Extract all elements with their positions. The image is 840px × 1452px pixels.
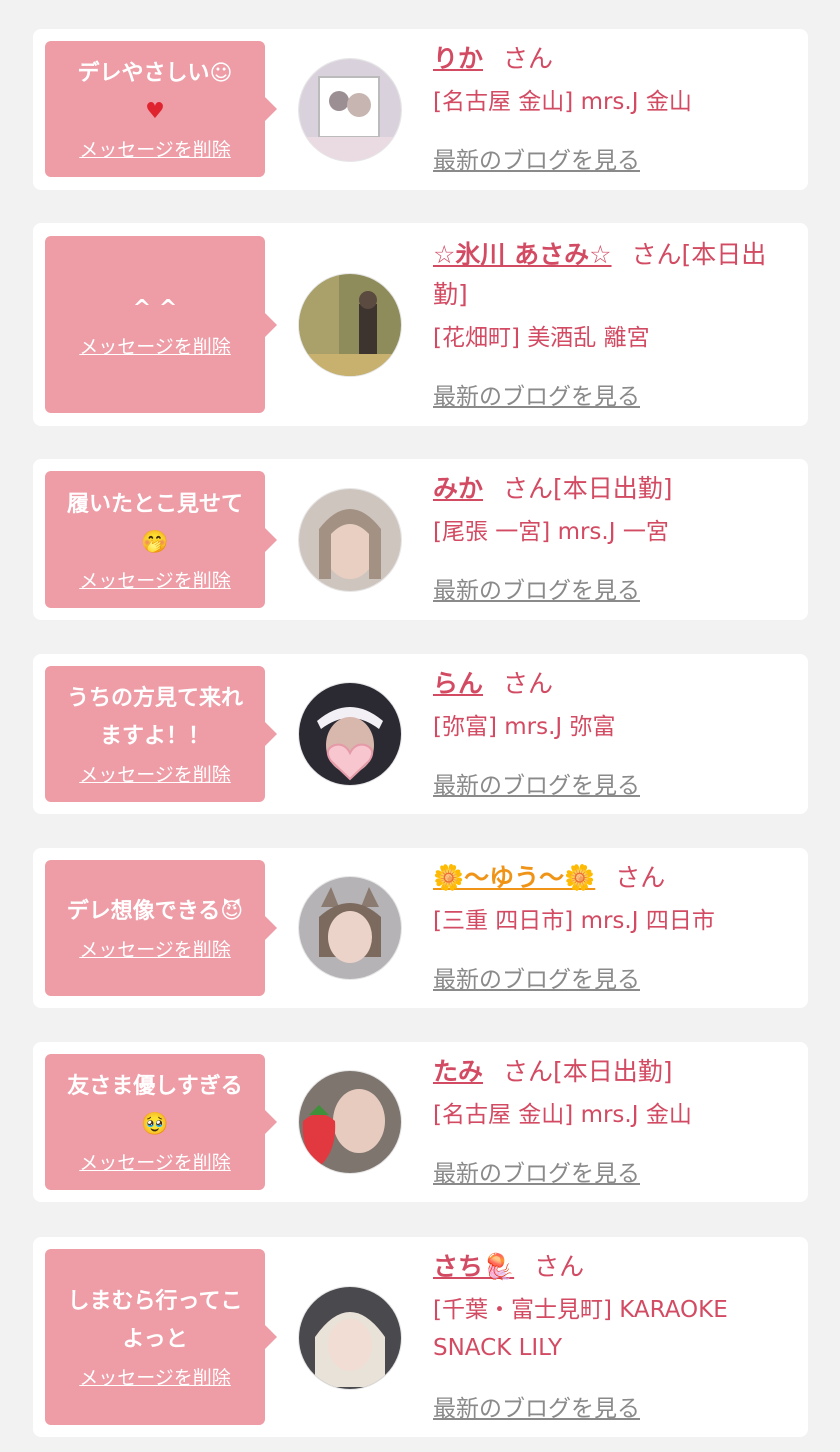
honorific: さん <box>534 1252 585 1281</box>
honorific: さん <box>631 240 682 269</box>
message-text: デレ想像できる😈 <box>66 899 244 924</box>
avatar[interactable] <box>298 682 402 786</box>
photo-autumn-icon <box>299 274 401 376</box>
message-text: 履いたとこ見せて 🤭 <box>66 491 243 555</box>
girl-info: ☆氷川 あさみ☆ さん[本日出勤] [花畑町] 美酒乱 離宮 最新のブログを見る <box>433 235 798 410</box>
shop-name: [弥富] mrs.J 弥富 <box>433 714 616 740</box>
shop-name: [千葉・富士見町] KARAOKE SNACK LILY <box>433 1297 728 1361</box>
avatar[interactable] <box>298 273 402 377</box>
message-bubble: デレ想像できる😈 メッセージを削除 <box>45 860 277 996</box>
photo-cat-ears-icon <box>299 877 401 979</box>
status-text: [本日出勤] <box>553 1057 673 1086</box>
shop-name: [名古屋 金山] mrs.J 金山 <box>433 1102 692 1128</box>
girl-name-link[interactable]: りか <box>433 44 483 73</box>
photo-heart-icon <box>299 683 401 785</box>
message-card: ^ ^ メッセージを削除 ☆氷川 あさみ☆ さん[本日出勤] [花畑町] 美酒乱 … <box>33 223 808 426</box>
message-list: デレやさしい☺ ♥ メッセージを削除 りか さん [名古屋 金山] mrs.J 金山… <box>0 0 840 1452</box>
honorific: さん <box>503 44 554 73</box>
message-text: 友さま優しすぎる 🥹 <box>67 1074 243 1137</box>
honorific: さん <box>503 669 554 698</box>
girl-info: らん さん [弥富] mrs.J 弥富 最新のブログを見る <box>433 664 798 799</box>
girl-name-link[interactable]: 🌼〜ゆう〜🌼 <box>433 863 595 892</box>
photo-selfie-icon <box>299 489 401 591</box>
status-text: [本日出勤] <box>553 474 673 503</box>
photo-collage-icon <box>299 59 401 161</box>
message-bubble: ^ ^ メッセージを削除 <box>45 236 277 413</box>
delete-message-link[interactable]: メッセージを削除 <box>79 937 231 963</box>
girl-name-link[interactable]: さち🪼 <box>433 1252 514 1281</box>
message-text: デレやさしい☺ ♥ <box>77 61 233 124</box>
latest-blog-link[interactable]: 最新のブログを見る <box>433 141 640 175</box>
delete-message-link[interactable]: メッセージを削除 <box>79 762 231 788</box>
honorific: さん <box>503 1057 554 1086</box>
girl-info: さち🪼 さん [千葉・富士見町] KARAOKE SNACK LILY 最新のブロ… <box>433 1247 798 1422</box>
message-card: 履いたとこ見せて 🤭 メッセージを削除 みか さん[本日出勤] [尾張 一宮] mr… <box>33 459 808 620</box>
message-card: うちの方見て来れ ますよ！！ メッセージを削除 らん さん [弥富] mrs.J 弥… <box>33 654 808 814</box>
delete-message-link[interactable]: メッセージを削除 <box>79 1150 231 1176</box>
shop-name: [名古屋 金山] mrs.J 金山 <box>433 89 692 115</box>
girl-name-link[interactable]: ☆氷川 あさみ☆ <box>433 240 612 269</box>
girl-info: 🌼〜ゆう〜🌼 さん [三重 四日市] mrs.J 四日市 最新のブログを見る <box>433 858 798 993</box>
photo-strawberry-icon <box>299 1071 401 1173</box>
latest-blog-link[interactable]: 最新のブログを見る <box>433 766 640 800</box>
message-bubble: 友さま優しすぎる 🥹 メッセージを削除 <box>45 1054 277 1190</box>
shop-name: [尾張 一宮] mrs.J 一宮 <box>433 519 669 545</box>
avatar[interactable] <box>298 58 402 162</box>
delete-message-link[interactable]: メッセージを削除 <box>79 568 231 594</box>
avatar[interactable] <box>298 876 402 980</box>
latest-blog-link[interactable]: 最新のブログを見る <box>433 1389 640 1423</box>
avatar[interactable] <box>298 1286 402 1390</box>
girl-info: たみ さん[本日出勤] [名古屋 金山] mrs.J 金山 最新のブログを見る <box>433 1052 798 1187</box>
avatar[interactable] <box>298 1070 402 1174</box>
photo-blonde-icon <box>299 1287 401 1389</box>
girl-info: りか さん [名古屋 金山] mrs.J 金山 最新のブログを見る <box>433 39 798 174</box>
delete-message-link[interactable]: メッセージを削除 <box>79 1365 231 1391</box>
shop-name: [三重 四日市] mrs.J 四日市 <box>433 908 715 934</box>
message-bubble: しまむら行ってこ よっと メッセージを削除 <box>45 1249 277 1425</box>
message-card: 友さま優しすぎる 🥹 メッセージを削除 たみ さん[本日出勤] [名古屋 金山] m… <box>33 1042 808 1202</box>
girl-name-link[interactable]: らん <box>433 669 483 698</box>
girl-name-link[interactable]: たみ <box>433 1057 483 1086</box>
message-text: しまむら行ってこ よっと <box>67 1289 243 1352</box>
message-text: ^ ^ <box>132 295 178 321</box>
latest-blog-link[interactable]: 最新のブログを見る <box>433 960 640 994</box>
honorific: さん <box>503 474 554 503</box>
shop-name: [花畑町] 美酒乱 離宮 <box>433 325 650 351</box>
honorific: さん <box>615 863 666 892</box>
delete-message-link[interactable]: メッセージを削除 <box>79 334 231 360</box>
avatar[interactable] <box>298 488 402 592</box>
message-card: デレやさしい☺ ♥ メッセージを削除 りか さん [名古屋 金山] mrs.J 金山… <box>33 29 808 190</box>
latest-blog-link[interactable]: 最新のブログを見る <box>433 377 640 411</box>
girl-info: みか さん[本日出勤] [尾張 一宮] mrs.J 一宮 最新のブログを見る <box>433 469 798 604</box>
latest-blog-link[interactable]: 最新のブログを見る <box>433 1154 640 1188</box>
message-card: しまむら行ってこ よっと メッセージを削除 さち🪼 さん [千葉・富士見町] KAR… <box>33 1237 808 1437</box>
message-text: うちの方見て来れ ますよ！！ <box>66 686 243 749</box>
message-card: デレ想像できる😈 メッセージを削除 🌼〜ゆう〜🌼 さん [三重 四日市] mrs.… <box>33 848 808 1008</box>
delete-message-link[interactable]: メッセージを削除 <box>79 137 231 163</box>
message-bubble: うちの方見て来れ ますよ！！ メッセージを削除 <box>45 666 277 802</box>
message-bubble: デレやさしい☺ ♥ メッセージを削除 <box>45 41 277 177</box>
latest-blog-link[interactable]: 最新のブログを見る <box>433 571 640 605</box>
message-bubble: 履いたとこ見せて 🤭 メッセージを削除 <box>45 471 277 608</box>
girl-name-link[interactable]: みか <box>433 474 483 503</box>
